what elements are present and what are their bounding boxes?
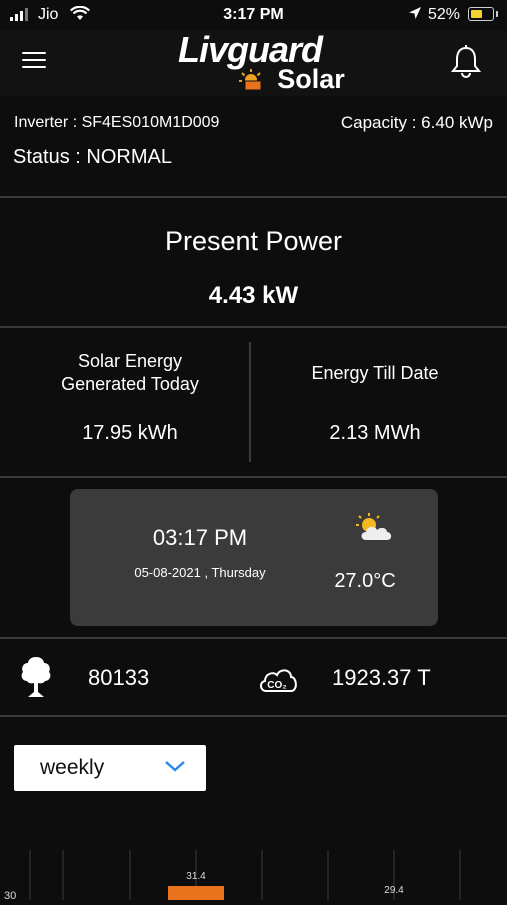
weather-date: 05-08-2021 , Thursday xyxy=(134,565,266,580)
location-arrow-icon xyxy=(408,6,422,24)
divider xyxy=(0,476,507,478)
present-power-value: 4.43 kW xyxy=(208,282,299,309)
capacity: Capacity : 6.40 kWp xyxy=(340,113,493,132)
inverter-status: Status : NORMAL xyxy=(13,146,172,168)
inverter-id: Inverter : SF4ES010M1D009 xyxy=(14,114,220,131)
app-header: Livguard Solar xyxy=(0,29,507,96)
brand-logo: Livguard Solar xyxy=(135,29,365,94)
period-select[interactable]: weekly xyxy=(14,745,206,791)
co2-cloud-icon: CO₂ xyxy=(257,664,299,699)
energy-today-title-line1: Solar Energy xyxy=(77,351,183,371)
chart-y-tick-label: 30 xyxy=(4,890,16,900)
svg-text:CO₂: CO₂ xyxy=(267,680,286,691)
co2-saved-value: 1923.37 T xyxy=(332,665,431,690)
divider xyxy=(0,326,507,328)
svg-text:Solar: Solar xyxy=(277,64,345,94)
menu-icon[interactable] xyxy=(22,52,46,73)
partly-cloudy-icon xyxy=(356,513,396,548)
weather-temperature: 27.0°C xyxy=(334,570,396,592)
chart-data-label: 29.4 xyxy=(384,885,404,896)
energy-today-title-line2: Generated Today xyxy=(61,374,199,394)
column-separator xyxy=(249,342,251,462)
chart-svg: 31.4 29.4 30 xyxy=(4,850,461,905)
trees-saved-value: 80133 xyxy=(88,665,150,690)
energy-total-value: 2.13 MWh xyxy=(329,422,421,444)
energy-today-title: Solar Energy Generated Today xyxy=(10,350,250,396)
divider xyxy=(0,715,507,717)
status-bar: Jio 3:17 PM 52% xyxy=(0,0,507,30)
battery-icon xyxy=(468,7,498,21)
battery-percent: 52% xyxy=(428,6,461,23)
chart-data-label: 31.4 xyxy=(186,871,206,882)
present-power-title: Present Power xyxy=(164,226,343,256)
weather-time: 03:17 PM xyxy=(152,525,248,550)
energy-chart: 31.4 29.4 30 xyxy=(0,840,507,905)
tree-icon xyxy=(18,655,54,704)
energy-total-title: Energy Till Date xyxy=(311,363,439,383)
notification-bell-icon[interactable] xyxy=(450,44,482,83)
chevron-down-icon xyxy=(164,759,186,778)
weather-card: 03:17 PM 05-08-2021 , Thursday 27.0°C xyxy=(70,489,438,626)
divider xyxy=(0,637,507,639)
chart-bar[interactable] xyxy=(168,886,224,905)
energy-today-value: 17.95 kWh xyxy=(82,422,178,444)
period-select-value: weekly xyxy=(40,756,105,779)
divider xyxy=(0,196,507,198)
